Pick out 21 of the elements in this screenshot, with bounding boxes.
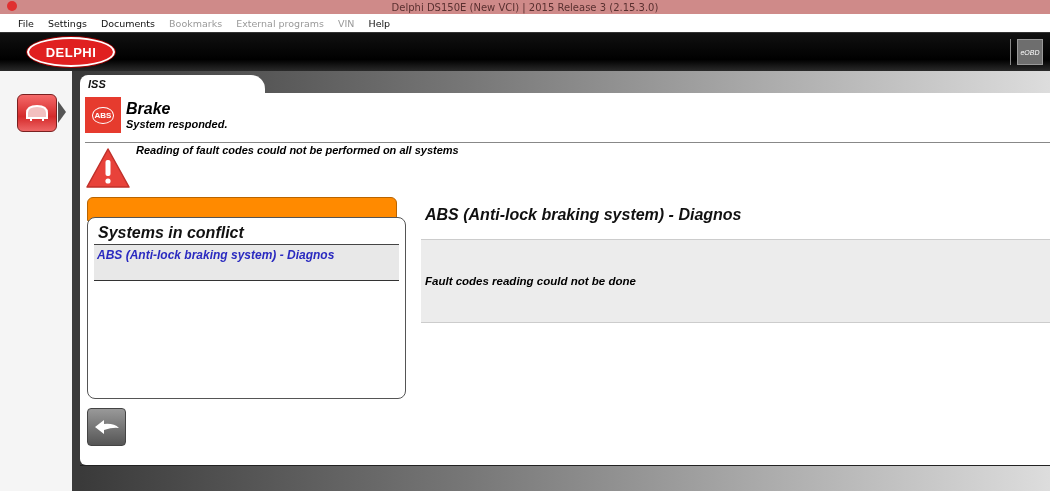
- arrow-icon: [58, 101, 66, 123]
- car-icon: [24, 103, 50, 123]
- menu-item[interactable]: File: [11, 17, 41, 29]
- logo: DELPHI: [27, 37, 115, 67]
- vehicle-button[interactable]: [17, 94, 57, 132]
- app-icon: [7, 1, 17, 11]
- tab[interactable]: ISS: [80, 75, 265, 93]
- list-item[interactable]: ABS (Anti-lock braking system) - Diagnos: [94, 245, 399, 281]
- detail-message: Fault codes reading could not be done: [425, 275, 636, 287]
- back-button[interactable]: [87, 408, 126, 446]
- warning-icon: [85, 147, 131, 189]
- warning-message: Reading of fault codes could not be performed on all systems: [136, 144, 459, 156]
- system-status: System responded.: [126, 118, 228, 130]
- menu-item[interactable]: Settings: [40, 17, 94, 29]
- menu-item[interactable]: Help: [361, 17, 398, 29]
- detail-title: ABS (Anti-lock braking system) - Diagnos: [424, 205, 743, 225]
- window-title: Delphi DS150E (New VCI) | 2015 Release 3 (2.15.3.0): [391, 0, 659, 14]
- abs-icon: ABS: [85, 97, 121, 133]
- back-arrow-icon: [93, 419, 120, 435]
- system-name: Brake: [126, 100, 172, 118]
- menu-item[interactable]: Documents: [93, 17, 163, 29]
